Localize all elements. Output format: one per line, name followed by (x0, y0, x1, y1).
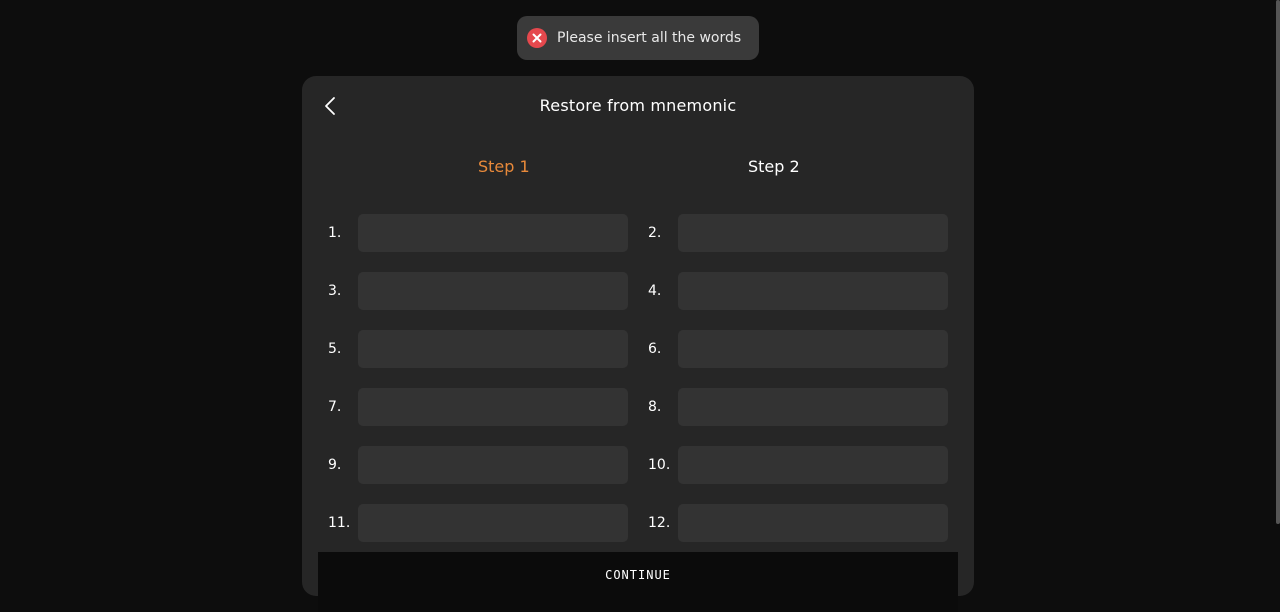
page-title: Restore from mnemonic (539, 96, 737, 115)
word-number: 1. (328, 225, 342, 241)
page-scrollbar[interactable] (1276, 0, 1280, 524)
error-toast: Please insert all the words (517, 16, 759, 60)
word-input-10[interactable] (678, 446, 948, 484)
word-input-11[interactable] (358, 504, 628, 542)
word-row-2: 2. (648, 214, 948, 252)
word-row-5: 5. (328, 330, 628, 368)
word-row-6: 6. (648, 330, 948, 368)
error-x-icon (527, 28, 547, 48)
word-row-3: 3. (328, 272, 628, 310)
word-input-7[interactable] (358, 388, 628, 426)
tab-step-1[interactable]: Step 1 (478, 157, 530, 176)
word-number: 8. (648, 399, 662, 415)
word-number: 6. (648, 341, 662, 357)
word-number: 12. (648, 515, 671, 531)
tab-step-2[interactable]: Step 2 (748, 157, 800, 176)
word-row-10: 10. (648, 446, 948, 484)
word-row-12: 12. (648, 504, 948, 542)
word-row-11: 11. (328, 504, 628, 542)
word-number: 2. (648, 225, 662, 241)
toast-message: Please insert all the words (557, 30, 742, 46)
word-row-7: 7. (328, 388, 628, 426)
word-input-3[interactable] (358, 272, 628, 310)
continue-button[interactable]: CONTINUE (318, 552, 958, 612)
word-input-12[interactable] (678, 504, 948, 542)
word-input-1[interactable] (358, 214, 628, 252)
word-row-4: 4. (648, 272, 948, 310)
word-row-8: 8. (648, 388, 948, 426)
word-input-6[interactable] (678, 330, 948, 368)
word-number: 9. (328, 457, 342, 473)
word-number: 10. (648, 457, 671, 473)
word-input-5[interactable] (358, 330, 628, 368)
word-input-9[interactable] (358, 446, 628, 484)
word-input-4[interactable] (678, 272, 948, 310)
word-number: 7. (328, 399, 342, 415)
word-number: 3. (328, 283, 342, 299)
word-input-8[interactable] (678, 388, 948, 426)
word-number: 5. (328, 341, 342, 357)
restore-card: Restore from mnemonic Step 1 Step 2 1. 2… (302, 76, 974, 612)
word-number: 11. (328, 515, 351, 531)
word-row-9: 9. (328, 446, 628, 484)
word-row-1: 1. (328, 214, 628, 252)
word-number: 4. (648, 283, 662, 299)
word-input-2[interactable] (678, 214, 948, 252)
